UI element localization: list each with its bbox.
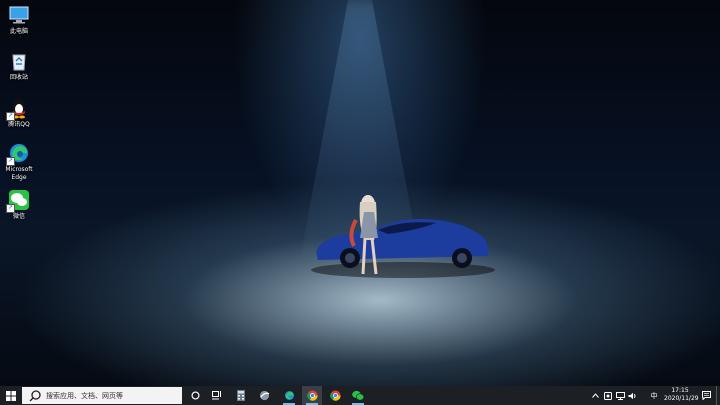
volume-button[interactable] (627, 386, 637, 405)
this-pc-icon (8, 4, 30, 26)
taskbar-app-chrome-alt[interactable] (325, 386, 345, 405)
windows-logo-icon (6, 390, 16, 401)
wechat-icon: ↗ (6, 189, 30, 213)
tray-app-icon (604, 391, 612, 400)
cortana-icon (190, 391, 200, 400)
speaker-icon (628, 392, 635, 399)
taskbar-app-edge[interactable] (279, 386, 299, 405)
start-button[interactable] (0, 386, 22, 405)
browser-icon (259, 390, 269, 401)
taskbar-app-chrome[interactable] (302, 386, 322, 405)
edge-icon: ↗ (6, 142, 30, 166)
show-desktop-button[interactable] (716, 386, 720, 405)
ime-indicator[interactable]: 中 (648, 386, 660, 405)
search-icon (29, 389, 41, 401)
task-view-icon (212, 391, 221, 400)
desktop-icon-label: 此电脑 (9, 28, 28, 35)
clock-time: 17:15 (671, 387, 689, 394)
qq-icon: ↗ (6, 97, 30, 121)
taskbar: 搜索应用、文档、网页等 中 17:15 2020/11/29 (0, 386, 720, 405)
shortcut-arrow-icon: ↗ (6, 112, 15, 121)
calculator-icon (237, 390, 245, 401)
taskbar-clock[interactable]: 17:15 2020/11/29 (664, 387, 699, 403)
tray-app-icon[interactable] (603, 386, 613, 405)
desktop-icon-label: 微信 (12, 213, 25, 220)
wechat-icon (352, 390, 364, 401)
desktop-icon-qq[interactable]: ↗ 腾讯QQ (1, 97, 37, 129)
desktop-icon-this-pc[interactable]: 此电脑 (1, 4, 37, 36)
tray-overflow-button[interactable] (590, 386, 600, 405)
network-button[interactable] (615, 386, 625, 405)
chevron-up-icon (591, 393, 599, 398)
clock-date: 2020/11/29 (664, 395, 699, 402)
recycle-bin-icon (8, 50, 30, 72)
shortcut-arrow-icon: ↗ (6, 157, 15, 166)
desktop-icon-label: 回收站 (9, 74, 28, 81)
desktop-icon-recycle-bin[interactable]: 回收站 (1, 50, 37, 82)
network-icon (615, 391, 625, 400)
cortana-button[interactable] (186, 386, 204, 405)
ime-label: 中 (650, 391, 658, 400)
desktop-icon-label: Microsoft Edge (5, 166, 33, 181)
search-placeholder: 搜索应用、文档、网页等 (46, 391, 123, 400)
desktop-icon-label: 腾讯QQ (8, 121, 30, 128)
notification-icon (701, 391, 711, 400)
desktop-icon-wechat[interactable]: ↗ 微信 (1, 189, 37, 221)
taskbar-app-browser[interactable] (255, 386, 273, 405)
notification-center-button[interactable] (700, 386, 712, 405)
taskbar-app-wechat[interactable] (348, 386, 368, 405)
desktop-wallpaper (0, 0, 720, 386)
taskbar-search-box[interactable]: 搜索应用、文档、网页等 (22, 387, 182, 404)
chrome-icon (306, 390, 318, 401)
edge-icon (284, 391, 294, 400)
desktop-icon-edge[interactable]: ↗ Microsoft Edge (1, 142, 37, 182)
chrome-alt-icon (329, 390, 341, 401)
wallpaper-car-scene (311, 195, 495, 278)
taskbar-app-calculator[interactable] (232, 386, 250, 405)
task-view-button[interactable] (208, 386, 226, 405)
shortcut-arrow-icon: ↗ (6, 204, 15, 213)
